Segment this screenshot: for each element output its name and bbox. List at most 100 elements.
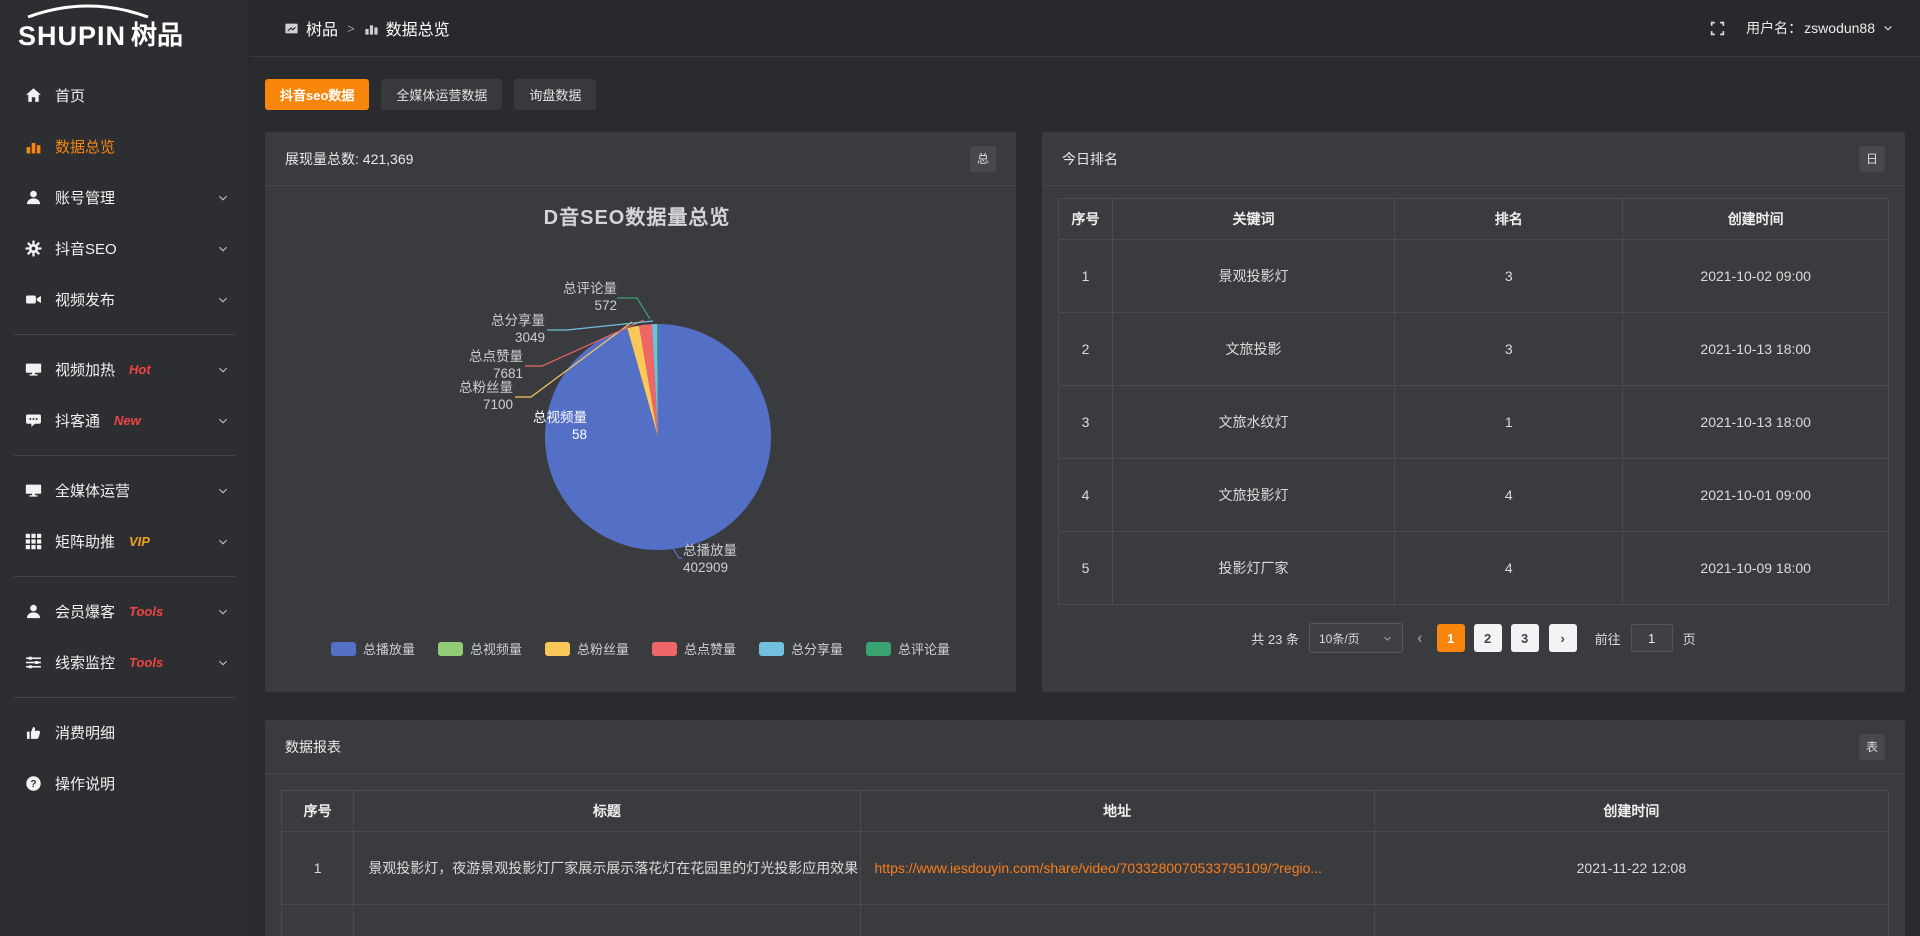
chevron-down-icon: [1382, 633, 1393, 644]
page-button-1[interactable]: 1: [1437, 624, 1465, 652]
legend-item-总粉丝量[interactable]: 总粉丝量: [545, 639, 629, 658]
chevron-down-icon: [217, 536, 229, 548]
page-size-select[interactable]: 10条/页: [1309, 623, 1403, 653]
sidebar-item-badge: Tools: [129, 604, 163, 619]
sidebar-item-label: 会员爆客: [55, 601, 115, 622]
sidebar-item-label: 操作说明: [55, 773, 115, 794]
report-cell: [1374, 905, 1888, 936]
legend-label: 总粉丝量: [577, 639, 629, 658]
ranking-header: 排名: [1395, 199, 1623, 240]
report-title-cell: 景观投影灯，夜游景观投影灯厂家展示展示落花灯在花园里的灯光投影应用效果 #: [354, 832, 860, 905]
legend-item-总视频量[interactable]: 总视频量: [438, 639, 522, 658]
ranking-cell: 4: [1059, 459, 1113, 532]
sidebar-item-消费明细[interactable]: 消费明细: [0, 707, 249, 758]
ranking-cell: 2021-10-09 18:00: [1623, 532, 1889, 605]
page-button-3[interactable]: 3: [1511, 624, 1539, 652]
chart-legend: 总播放量 总视频量 总粉丝量 总点赞量 总分享量 总评论量: [265, 639, 1016, 658]
pie-label-value: 7100: [483, 397, 513, 412]
sidebar: SHUPIN 树品 首页数据总览账号管理抖音SEO视频发布视频加热Hot抖客通N…: [0, 0, 250, 936]
sidebar-item-操作说明[interactable]: ? 操作说明: [0, 758, 249, 809]
report-header: 地址: [860, 791, 1374, 832]
user-label: 用户名：: [1746, 18, 1802, 38]
ranking-cell: 3: [1395, 240, 1623, 313]
pie-label-name: 总粉丝量: [459, 380, 513, 395]
table-row: 4文旅投影灯42021-10-01 09:00: [1059, 459, 1889, 532]
sidebar-item-label: 首页: [55, 85, 85, 106]
sidebar-item-线索监控[interactable]: 线索监控Tools: [0, 637, 249, 688]
pie-chart: D音SEO数据量总览总播放量402909总视频量58总粉丝量7100总点赞量76…: [265, 186, 1016, 692]
ranking-cell: 1: [1059, 240, 1113, 313]
goto-page-input[interactable]: [1631, 624, 1673, 652]
pie-label-value: 572: [594, 298, 617, 313]
ranking-cell: 文旅投影灯: [1112, 459, 1394, 532]
sidebar-item-全媒体运营[interactable]: 全媒体运营: [0, 465, 249, 516]
ranking-badge-button[interactable]: 日: [1859, 146, 1885, 172]
page-buttons: 123: [1437, 624, 1539, 652]
sliders-icon: [24, 654, 42, 672]
legend-item-总播放量[interactable]: 总播放量: [331, 639, 415, 658]
legend-color-chip: [331, 642, 356, 656]
sidebar-item-label: 账号管理: [55, 187, 115, 208]
pie-label-name: 总点赞量: [469, 349, 523, 364]
sidebar-item-首页[interactable]: 首页: [0, 70, 249, 121]
breadcrumb-item-数据总览[interactable]: 数据总览: [364, 16, 450, 40]
breadcrumb-separator: >: [347, 21, 355, 36]
report-header: 序号: [282, 791, 354, 832]
ranking-cell: 景观投影灯: [1112, 240, 1394, 313]
sidebar-item-矩阵助推[interactable]: 矩阵助推VIP: [0, 516, 249, 567]
report-panel: 数据报表 表 序号标题地址创建时间 1景观投影灯，夜游景观投影灯厂家展示展示落花…: [265, 720, 1905, 936]
pie-label-value: 58: [572, 427, 587, 442]
report-time-cell: 2021-11-22 12:08: [1374, 832, 1888, 905]
sidebar-item-抖音SEO[interactable]: 抖音SEO: [0, 223, 249, 274]
user-icon: [24, 189, 42, 207]
tab-抖音seo数据[interactable]: 抖音seo数据: [265, 79, 369, 110]
monitor-icon: [24, 361, 42, 379]
report-header: 创建时间: [1374, 791, 1888, 832]
next-page-button[interactable]: ›: [1549, 624, 1577, 652]
report-table: 序号标题地址创建时间 1景观投影灯，夜游景观投影灯厂家展示展示落花灯在花园里的灯…: [281, 790, 1889, 936]
tab-询盘数据[interactable]: 询盘数据: [514, 79, 596, 110]
chart-icon: [24, 138, 42, 156]
tab-全媒体运营数据[interactable]: 全媒体运营数据: [381, 79, 502, 110]
sidebar-item-视频发布[interactable]: 视频发布: [0, 274, 249, 325]
monitor-icon: [24, 482, 42, 500]
report-badge-button[interactable]: 表: [1859, 734, 1885, 760]
sidebar-item-badge: Tools: [129, 655, 163, 670]
legend-item-总分享量[interactable]: 总分享量: [759, 639, 843, 658]
svg-text:?: ?: [30, 779, 36, 790]
legend-item-总点赞量[interactable]: 总点赞量: [652, 639, 736, 658]
fullscreen-icon[interactable]: [1709, 20, 1726, 37]
sidebar-item-视频加热[interactable]: 视频加热Hot: [0, 344, 249, 395]
table-row: 2文旅投影32021-10-13 18:00: [1059, 313, 1889, 386]
sidebar-item-账号管理[interactable]: 账号管理: [0, 172, 249, 223]
ranking-header: 创建时间: [1623, 199, 1889, 240]
ranking-cell: 5: [1059, 532, 1113, 605]
sidebar-item-抖客通[interactable]: 抖客通New: [0, 395, 249, 446]
ranking-cell: 1: [1395, 386, 1623, 459]
breadcrumb-item-树品[interactable]: 树品: [284, 16, 338, 40]
legend-item-总评论量[interactable]: 总评论量: [866, 639, 950, 658]
logo-arc-icon: [24, 4, 152, 18]
prev-page-button[interactable]: ‹: [1413, 628, 1427, 648]
page-button-2[interactable]: 2: [1474, 624, 1502, 652]
sidebar-item-数据总览[interactable]: 数据总览: [0, 121, 249, 172]
user-menu[interactable]: 用户名： zswodun88: [1746, 18, 1894, 38]
topbar: 树品 > 数据总览 用户名： zswodun88: [250, 0, 1920, 57]
sidebar-item-label: 视频发布: [55, 289, 115, 310]
sidebar-item-label: 消费明细: [55, 722, 115, 743]
sidebar-item-会员爆客[interactable]: 会员爆客 Tools: [0, 586, 249, 637]
overview-badge-button[interactable]: 总: [970, 146, 996, 172]
legend-label: 总分享量: [791, 639, 843, 658]
grid-icon: [24, 533, 42, 551]
video-icon: [24, 291, 42, 309]
report-header: 标题: [354, 791, 860, 832]
home-icon: [24, 87, 42, 105]
logo-text-zh: 树品: [131, 15, 183, 52]
report-body: 序号标题地址创建时间 1景观投影灯，夜游景观投影灯厂家展示展示落花灯在花园里的灯…: [265, 774, 1905, 936]
legend-color-chip: [438, 642, 463, 656]
video-link[interactable]: https://www.iesdouyin.com/share/video/70…: [875, 860, 1323, 876]
ranking-title: 今日排名: [1062, 149, 1118, 169]
sidebar-divider: [14, 334, 235, 335]
sidebar-item-label: 抖客通: [55, 410, 100, 431]
ranking-cell: 3: [1395, 313, 1623, 386]
